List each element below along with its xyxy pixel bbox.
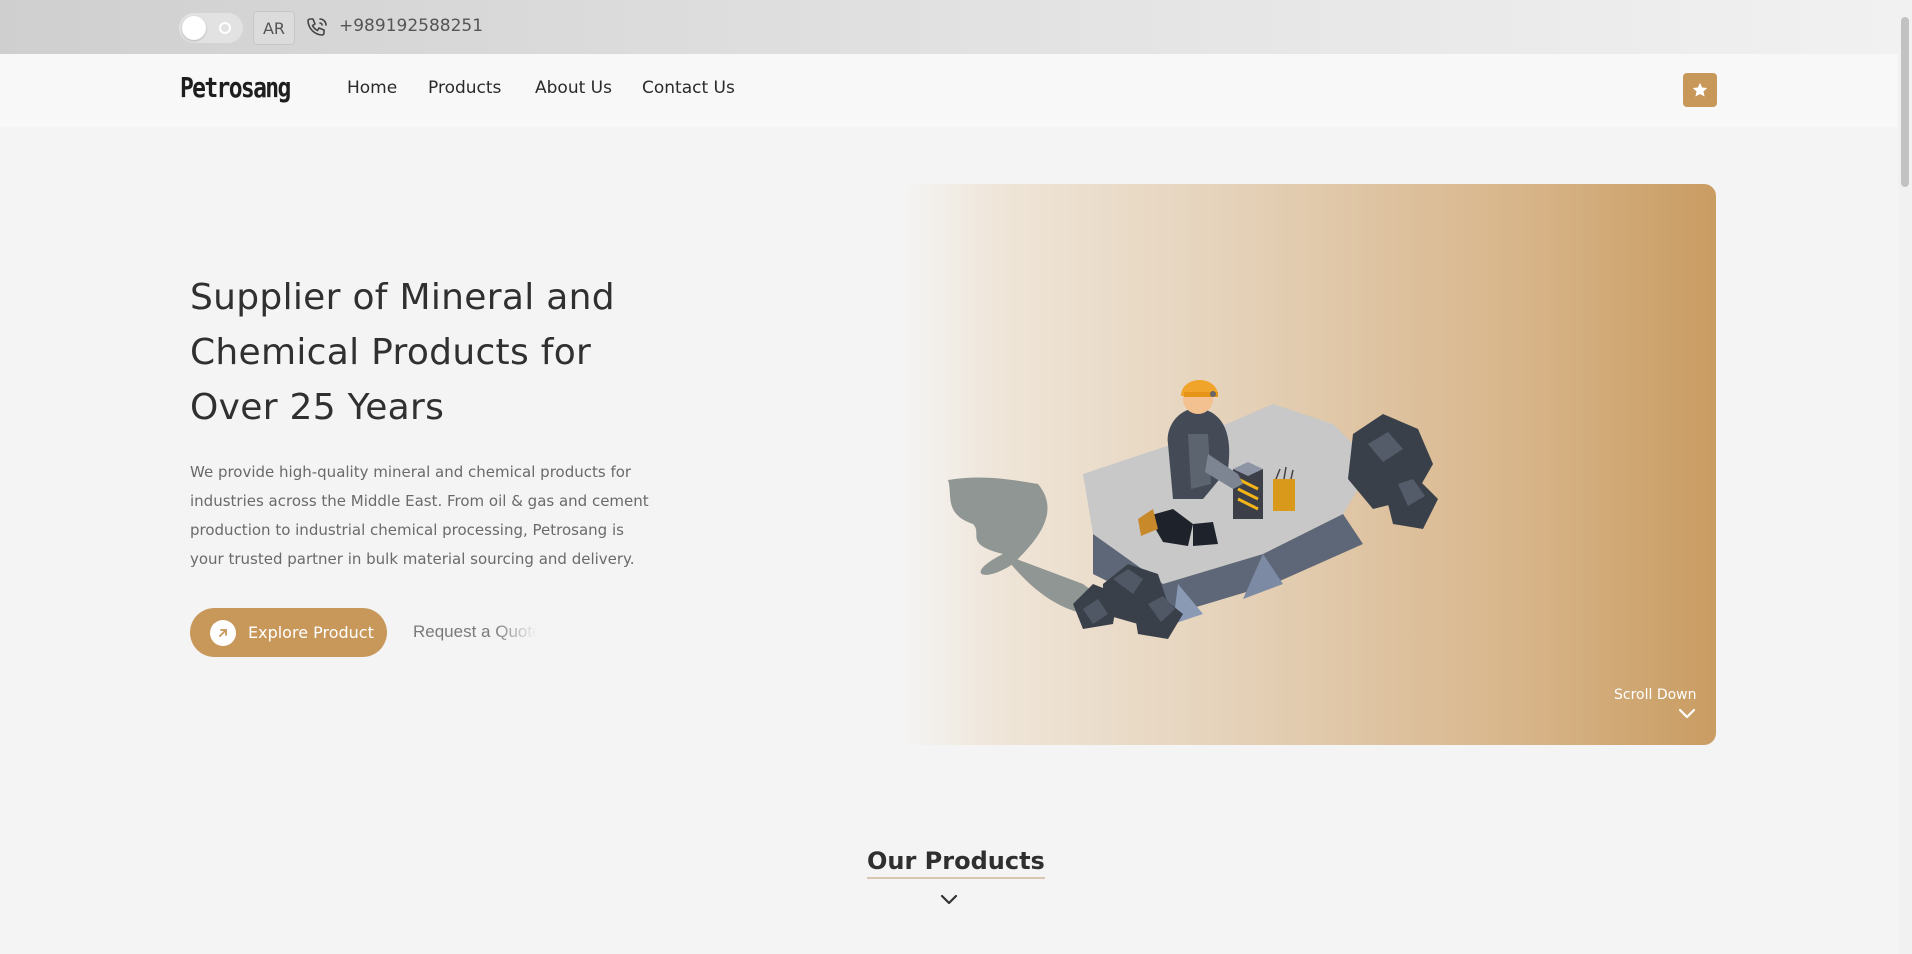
nav-link-products[interactable]: Products bbox=[428, 78, 501, 98]
top-bar: AR +989192588251 bbox=[0, 0, 1898, 54]
moon-icon bbox=[219, 22, 231, 34]
nav-link-home[interactable]: Home bbox=[347, 78, 397, 98]
theme-toggle[interactable] bbox=[179, 13, 243, 43]
hero-title-line-1: Supplier of Mineral and bbox=[190, 277, 615, 318]
site-logo[interactable]: Petrosang bbox=[180, 71, 291, 104]
hero-title-line-3: Over 25 Years bbox=[190, 387, 445, 428]
arrow-up-right-icon bbox=[210, 619, 236, 646]
phone-number[interactable]: +989192588251 bbox=[339, 16, 483, 36]
miner-illustration bbox=[948, 379, 1438, 639]
favorites-button[interactable] bbox=[1683, 73, 1717, 107]
toggle-knob bbox=[182, 16, 206, 40]
nav-link-contact-us[interactable]: Contact Us bbox=[642, 78, 735, 98]
explore-product-label: Explore Product bbox=[248, 623, 374, 642]
page-scrollbar[interactable] bbox=[1898, 0, 1912, 954]
nav-link-about-us[interactable]: About Us bbox=[535, 78, 612, 98]
hero-description: We provide high-quality mineral and chem… bbox=[190, 463, 649, 568]
hero-image-panel bbox=[903, 184, 1716, 745]
language-button[interactable]: AR bbox=[253, 11, 295, 45]
star-icon bbox=[1692, 82, 1708, 97]
hero-title-line-2: Chemical Products for bbox=[190, 332, 592, 373]
chevron-down-icon[interactable] bbox=[939, 892, 959, 906]
section-title-products: Our Products bbox=[867, 847, 1045, 879]
explore-product-button[interactable]: Explore Product bbox=[190, 608, 387, 657]
chevron-down-icon[interactable] bbox=[1677, 706, 1697, 720]
request-quote-link[interactable]: Request a Quote bbox=[413, 622, 537, 644]
scroll-down-link[interactable]: Scroll Down bbox=[1614, 687, 1697, 703]
hero-title: Supplier of Mineral and Chemical Product… bbox=[190, 270, 650, 435]
scrollbar-thumb[interactable] bbox=[1901, 17, 1909, 187]
main-nav: Petrosang Home Products About Us Contact… bbox=[0, 54, 1898, 127]
phone-icon bbox=[307, 18, 327, 36]
